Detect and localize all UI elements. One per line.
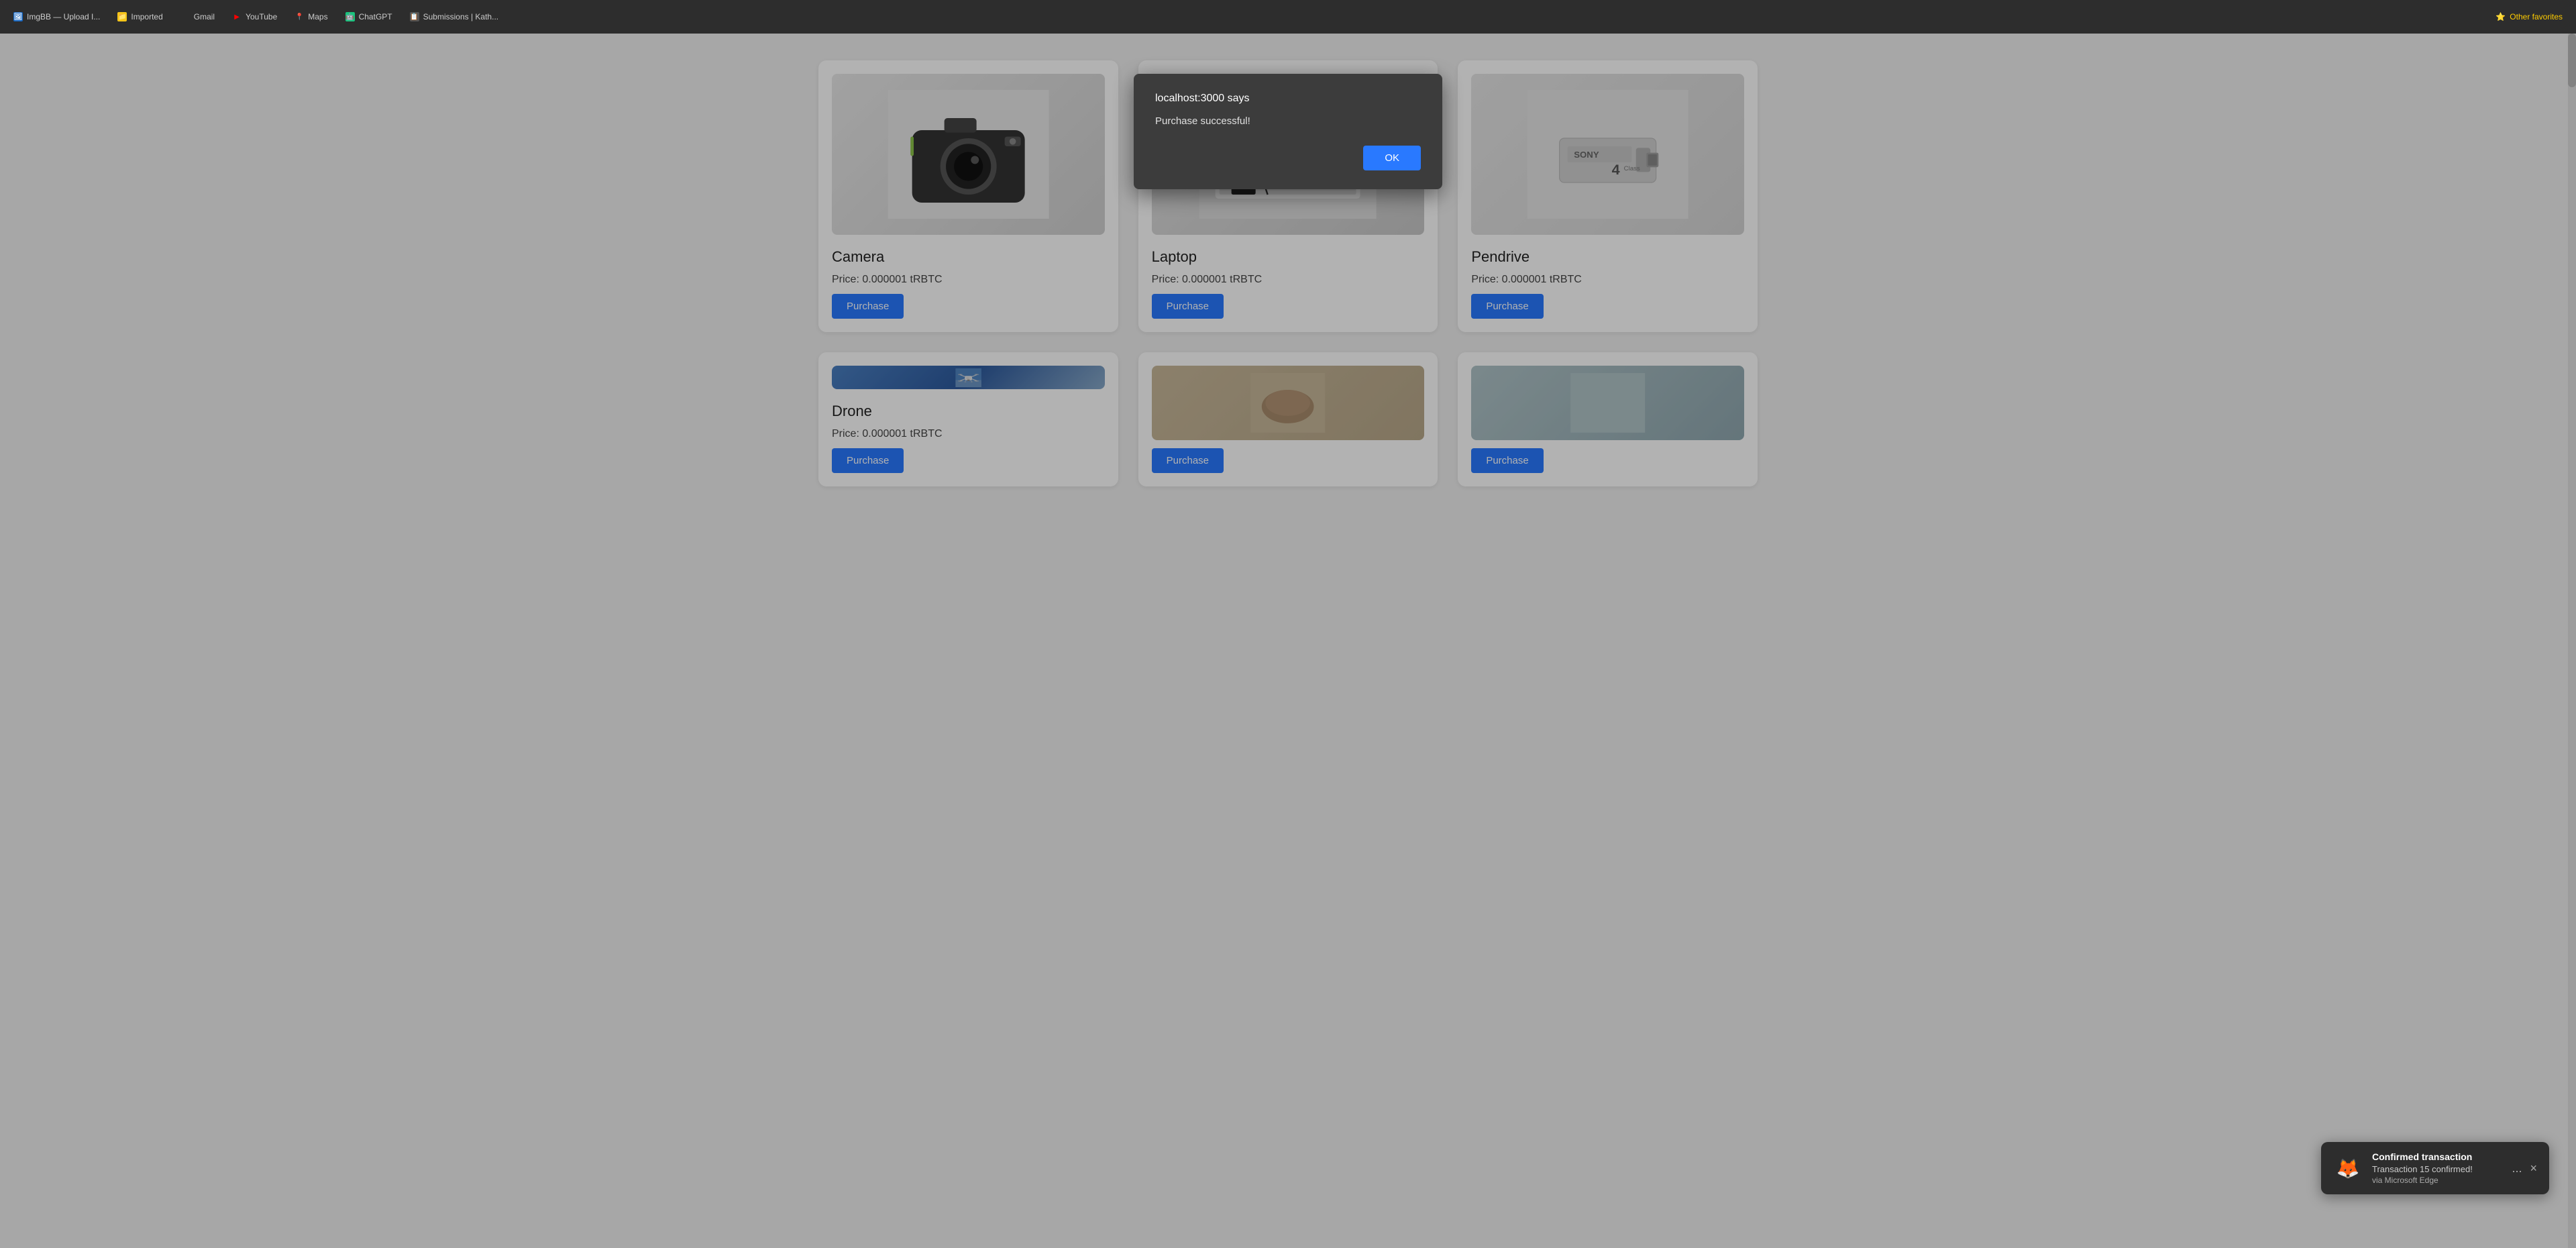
tab-label-imported: Imported: [131, 12, 162, 21]
metamask-controls: ... ×: [2510, 1160, 2538, 1177]
other-favorites-tab[interactable]: ⭐ Other favorites: [2487, 8, 2571, 25]
tab-gmail[interactable]: ✉ Gmail: [172, 8, 223, 25]
favicon-imgbb: 🖼: [13, 12, 23, 21]
dialog-box: localhost:3000 says Purchase successful!…: [1134, 74, 1442, 189]
metamask-icon: 🦊: [2332, 1152, 2364, 1184]
favicon-maps: 📍: [294, 12, 304, 21]
tab-label-chatgpt: ChatGPT: [359, 12, 392, 21]
tab-label-youtube: YouTube: [246, 12, 277, 21]
star-icon: ⭐: [2496, 12, 2506, 21]
tab-label-gmail: Gmail: [194, 12, 215, 21]
tab-imgbb[interactable]: 🖼 ImgBB — Upload I...: [5, 8, 108, 25]
favicon-gmail: ✉: [180, 12, 190, 21]
metamask-notification: 🦊 Confirmed transaction Transaction 15 c…: [2321, 1142, 2549, 1194]
metamask-content: Confirmed transaction Transaction 15 con…: [2372, 1151, 2502, 1185]
dialog-message: Purchase successful!: [1155, 115, 1421, 127]
tab-label-submissions: Submissions | Kath...: [423, 12, 499, 21]
favicon-chatgpt: 🤖: [345, 12, 355, 21]
metamask-title: Confirmed transaction: [2372, 1151, 2502, 1162]
favicon-imported: 📁: [117, 12, 127, 21]
browser-tab-bar: 🖼 ImgBB — Upload I... 📁 Imported ✉ Gmail ▶ YouT…: [0, 0, 2576, 34]
other-favorites-label: Other favorites: [2510, 12, 2563, 21]
dialog-title: localhost:3000 says: [1155, 93, 1421, 105]
dialog-overlay: localhost:3000 says Purchase successful!…: [0, 34, 2576, 1248]
tab-imported[interactable]: 📁 Imported: [109, 8, 170, 25]
metamask-transaction: Transaction 15 confirmed!: [2372, 1164, 2502, 1174]
tab-label-maps: Maps: [308, 12, 327, 21]
favicon-youtube: ▶: [232, 12, 241, 21]
tab-label-imgbb: ImgBB — Upload I...: [27, 12, 100, 21]
tab-chatgpt[interactable]: 🤖 ChatGPT: [337, 8, 400, 25]
tab-submissions[interactable]: 📋 Submissions | Kath...: [402, 8, 507, 25]
favicon-submissions: 📋: [410, 12, 419, 21]
metamask-menu-button[interactable]: ...: [2510, 1160, 2523, 1177]
metamask-close-button[interactable]: ×: [2528, 1160, 2538, 1177]
tab-youtube[interactable]: ▶ YouTube: [224, 8, 285, 25]
metamask-source: via Microsoft Edge: [2372, 1176, 2502, 1185]
dialog-ok-button[interactable]: OK: [1363, 146, 1421, 170]
tab-maps[interactable]: 📍 Maps: [286, 8, 335, 25]
